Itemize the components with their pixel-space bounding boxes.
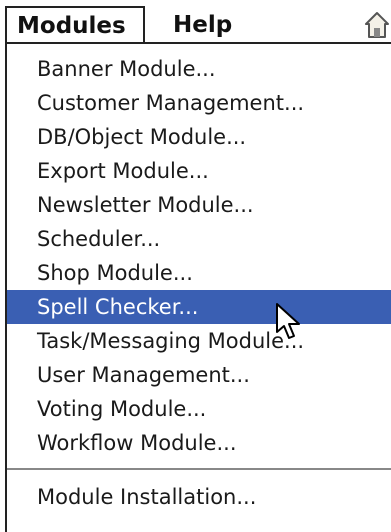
menu-item-db-object-module[interactable]: DB/Object Module... <box>7 120 391 154</box>
menu-item-scheduler[interactable]: Scheduler... <box>7 222 391 256</box>
menu-bar: Modules Help <box>0 0 391 44</box>
menu-item-user-management[interactable]: User Management... <box>7 358 391 392</box>
modules-dropdown-menu: Banner Module... Customer Management... … <box>5 42 391 532</box>
menu-modules[interactable]: Modules <box>5 6 145 44</box>
menu-item-voting-module[interactable]: Voting Module... <box>7 392 391 426</box>
mouse-pointer-icon <box>276 303 300 339</box>
menu-item-newsletter-module[interactable]: Newsletter Module... <box>7 188 391 222</box>
menu-help[interactable]: Help <box>173 6 232 44</box>
menu-item-customer-management[interactable]: Customer Management... <box>7 86 391 120</box>
menu-item-task-messaging-module[interactable]: Task/Messaging Module... <box>7 324 391 358</box>
home-icon[interactable] <box>364 10 391 40</box>
menu-item-export-module[interactable]: Export Module... <box>7 154 391 188</box>
menu-item-workflow-module[interactable]: Workflow Module... <box>7 426 391 460</box>
menu-item-module-installation[interactable]: Module Installation... <box>7 480 391 514</box>
menu-separator <box>7 468 391 470</box>
menu-item-shop-module[interactable]: Shop Module... <box>7 256 391 290</box>
menu-item-banner-module[interactable]: Banner Module... <box>7 52 391 86</box>
menu-item-spell-checker[interactable]: Spell Checker... <box>7 290 391 324</box>
